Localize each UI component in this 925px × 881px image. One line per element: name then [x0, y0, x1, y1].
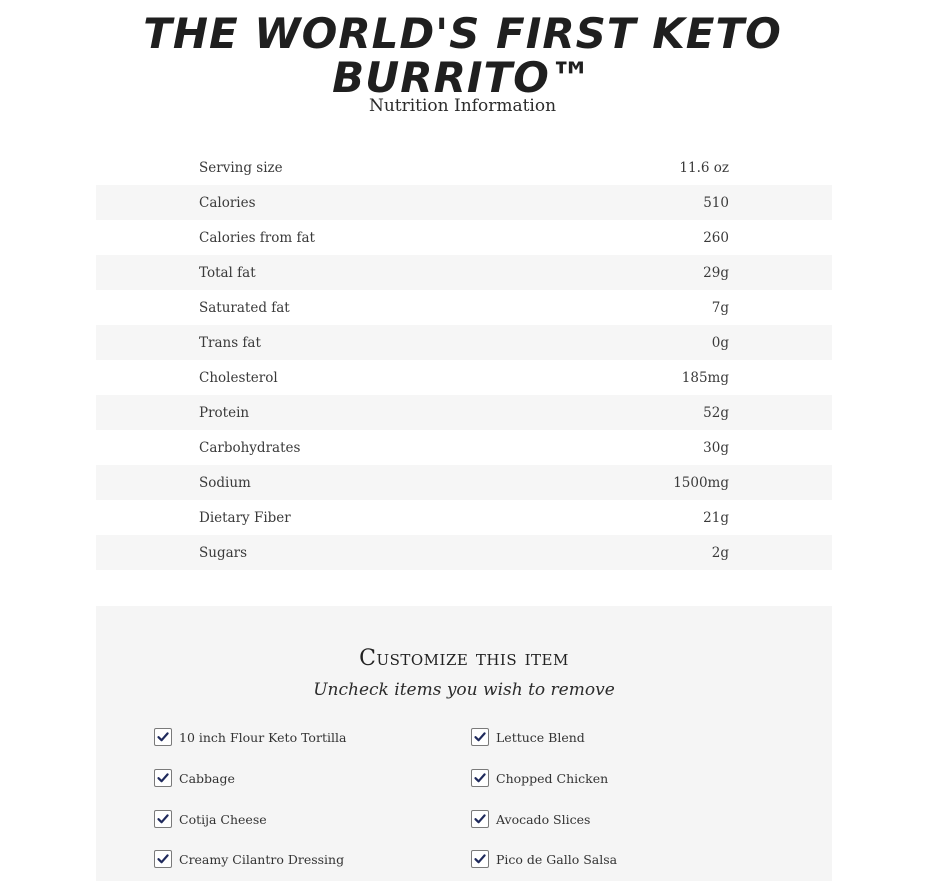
nutrition-value: 185mg	[681, 369, 729, 386]
option-lettuce[interactable]: Lettuce Blend	[471, 726, 585, 748]
checkbox[interactable]	[154, 810, 172, 828]
nutrition-value: 0g	[711, 334, 729, 351]
nutrition-row: Serving size 11.6 oz	[96, 150, 832, 185]
option-cotija[interactable]: Cotija Cheese	[154, 808, 267, 830]
nutrition-label: Serving size	[199, 159, 283, 176]
nutrition-value: 29g	[703, 264, 729, 281]
checkmark-icon	[157, 732, 169, 742]
customize-title: Customize this item	[359, 646, 569, 671]
checkbox[interactable]	[471, 850, 489, 868]
nutrition-label: Cholesterol	[199, 369, 278, 386]
nutrition-label: Protein	[199, 404, 250, 421]
nutrition-row: Protein 52g	[96, 395, 832, 430]
page: THE WORLD'S FIRST KETO BURRITO™ Nutritio…	[0, 0, 925, 881]
checkbox[interactable]	[471, 769, 489, 787]
nutrition-row: Calories from fat 260	[96, 220, 832, 255]
option-chicken[interactable]: Chopped Chicken	[471, 767, 608, 789]
checkbox[interactable]	[154, 850, 172, 868]
nutrition-label: Carbohydrates	[199, 439, 301, 456]
option-avocado[interactable]: Avocado Slices	[471, 808, 590, 830]
checkmark-icon	[474, 732, 486, 742]
nutrition-value: 11.6 oz	[679, 159, 729, 176]
nutrition-label: Total fat	[199, 264, 256, 281]
checkbox[interactable]	[471, 728, 489, 746]
checkmark-icon	[474, 773, 486, 783]
nutrition-label: Sodium	[199, 474, 251, 491]
title-line-2: BURRITO™	[332, 53, 593, 102]
nutrition-value: 260	[703, 229, 729, 246]
nutrition-row: Trans fat 0g	[96, 325, 832, 360]
nutrition-heading: Nutrition Information	[368, 96, 557, 116]
nutrition-row: Saturated fat 7g	[96, 290, 832, 325]
nutrition-row: Dietary Fiber 21g	[96, 500, 832, 535]
page-title: THE WORLD'S FIRST KETO BURRITO™	[0, 12, 925, 100]
nutrition-row: Total fat 29g	[96, 255, 832, 290]
option-label: Chopped Chicken	[496, 770, 609, 786]
checkmark-icon	[157, 773, 169, 783]
option-label: 10 inch Flour Keto Tortilla	[179, 729, 347, 745]
nutrition-label: Calories from fat	[199, 229, 315, 246]
nutrition-value: 52g	[703, 404, 729, 421]
option-pico[interactable]: Pico de Gallo Salsa	[471, 848, 617, 870]
nutrition-value: 2g	[711, 544, 729, 561]
option-label: Cabbage	[179, 770, 235, 786]
option-label: Pico de Gallo Salsa	[496, 851, 618, 867]
nutrition-label: Dietary Fiber	[199, 509, 291, 526]
nutrition-label: Saturated fat	[199, 299, 290, 316]
option-label: Cotija Cheese	[179, 811, 267, 827]
checkmark-icon	[474, 814, 486, 824]
nutrition-value: 7g	[711, 299, 729, 316]
option-dressing[interactable]: Creamy Cilantro Dressing	[154, 848, 344, 870]
nutrition-row: Sodium 1500mg	[96, 465, 832, 500]
nutrition-row: Cholesterol 185mg	[96, 360, 832, 395]
nutrition-label: Trans fat	[199, 334, 261, 351]
option-tortilla[interactable]: 10 inch Flour Keto Tortilla	[154, 726, 346, 748]
checkbox[interactable]	[154, 769, 172, 787]
nutrition-value: 510	[703, 194, 729, 211]
title-line-1: THE WORLD'S FIRST KETO	[143, 9, 782, 58]
customize-panel: Customize this item Uncheck items you wi…	[96, 606, 832, 881]
customize-subtitle: Uncheck items you wish to remove	[313, 680, 615, 700]
checkmark-icon	[474, 854, 486, 864]
checkmark-icon	[157, 854, 169, 864]
nutrition-row: Carbohydrates 30g	[96, 430, 832, 465]
option-label: Avocado Slices	[496, 811, 591, 827]
option-label: Lettuce Blend	[496, 729, 585, 745]
nutrition-value: 21g	[703, 509, 729, 526]
nutrition-row: Calories 510	[96, 185, 832, 220]
nutrition-value: 1500mg	[673, 474, 729, 491]
nutrition-row: Sugars 2g	[96, 535, 832, 570]
checkbox[interactable]	[471, 810, 489, 828]
option-label: Creamy Cilantro Dressing	[179, 851, 345, 867]
checkbox[interactable]	[154, 728, 172, 746]
nutrition-value: 30g	[703, 439, 729, 456]
nutrition-table: Serving size 11.6 oz Calories 510 Calori…	[96, 150, 832, 570]
option-cabbage[interactable]: Cabbage	[154, 767, 235, 789]
nutrition-label: Sugars	[199, 544, 248, 561]
nutrition-label: Calories	[199, 194, 256, 211]
checkmark-icon	[157, 814, 169, 824]
